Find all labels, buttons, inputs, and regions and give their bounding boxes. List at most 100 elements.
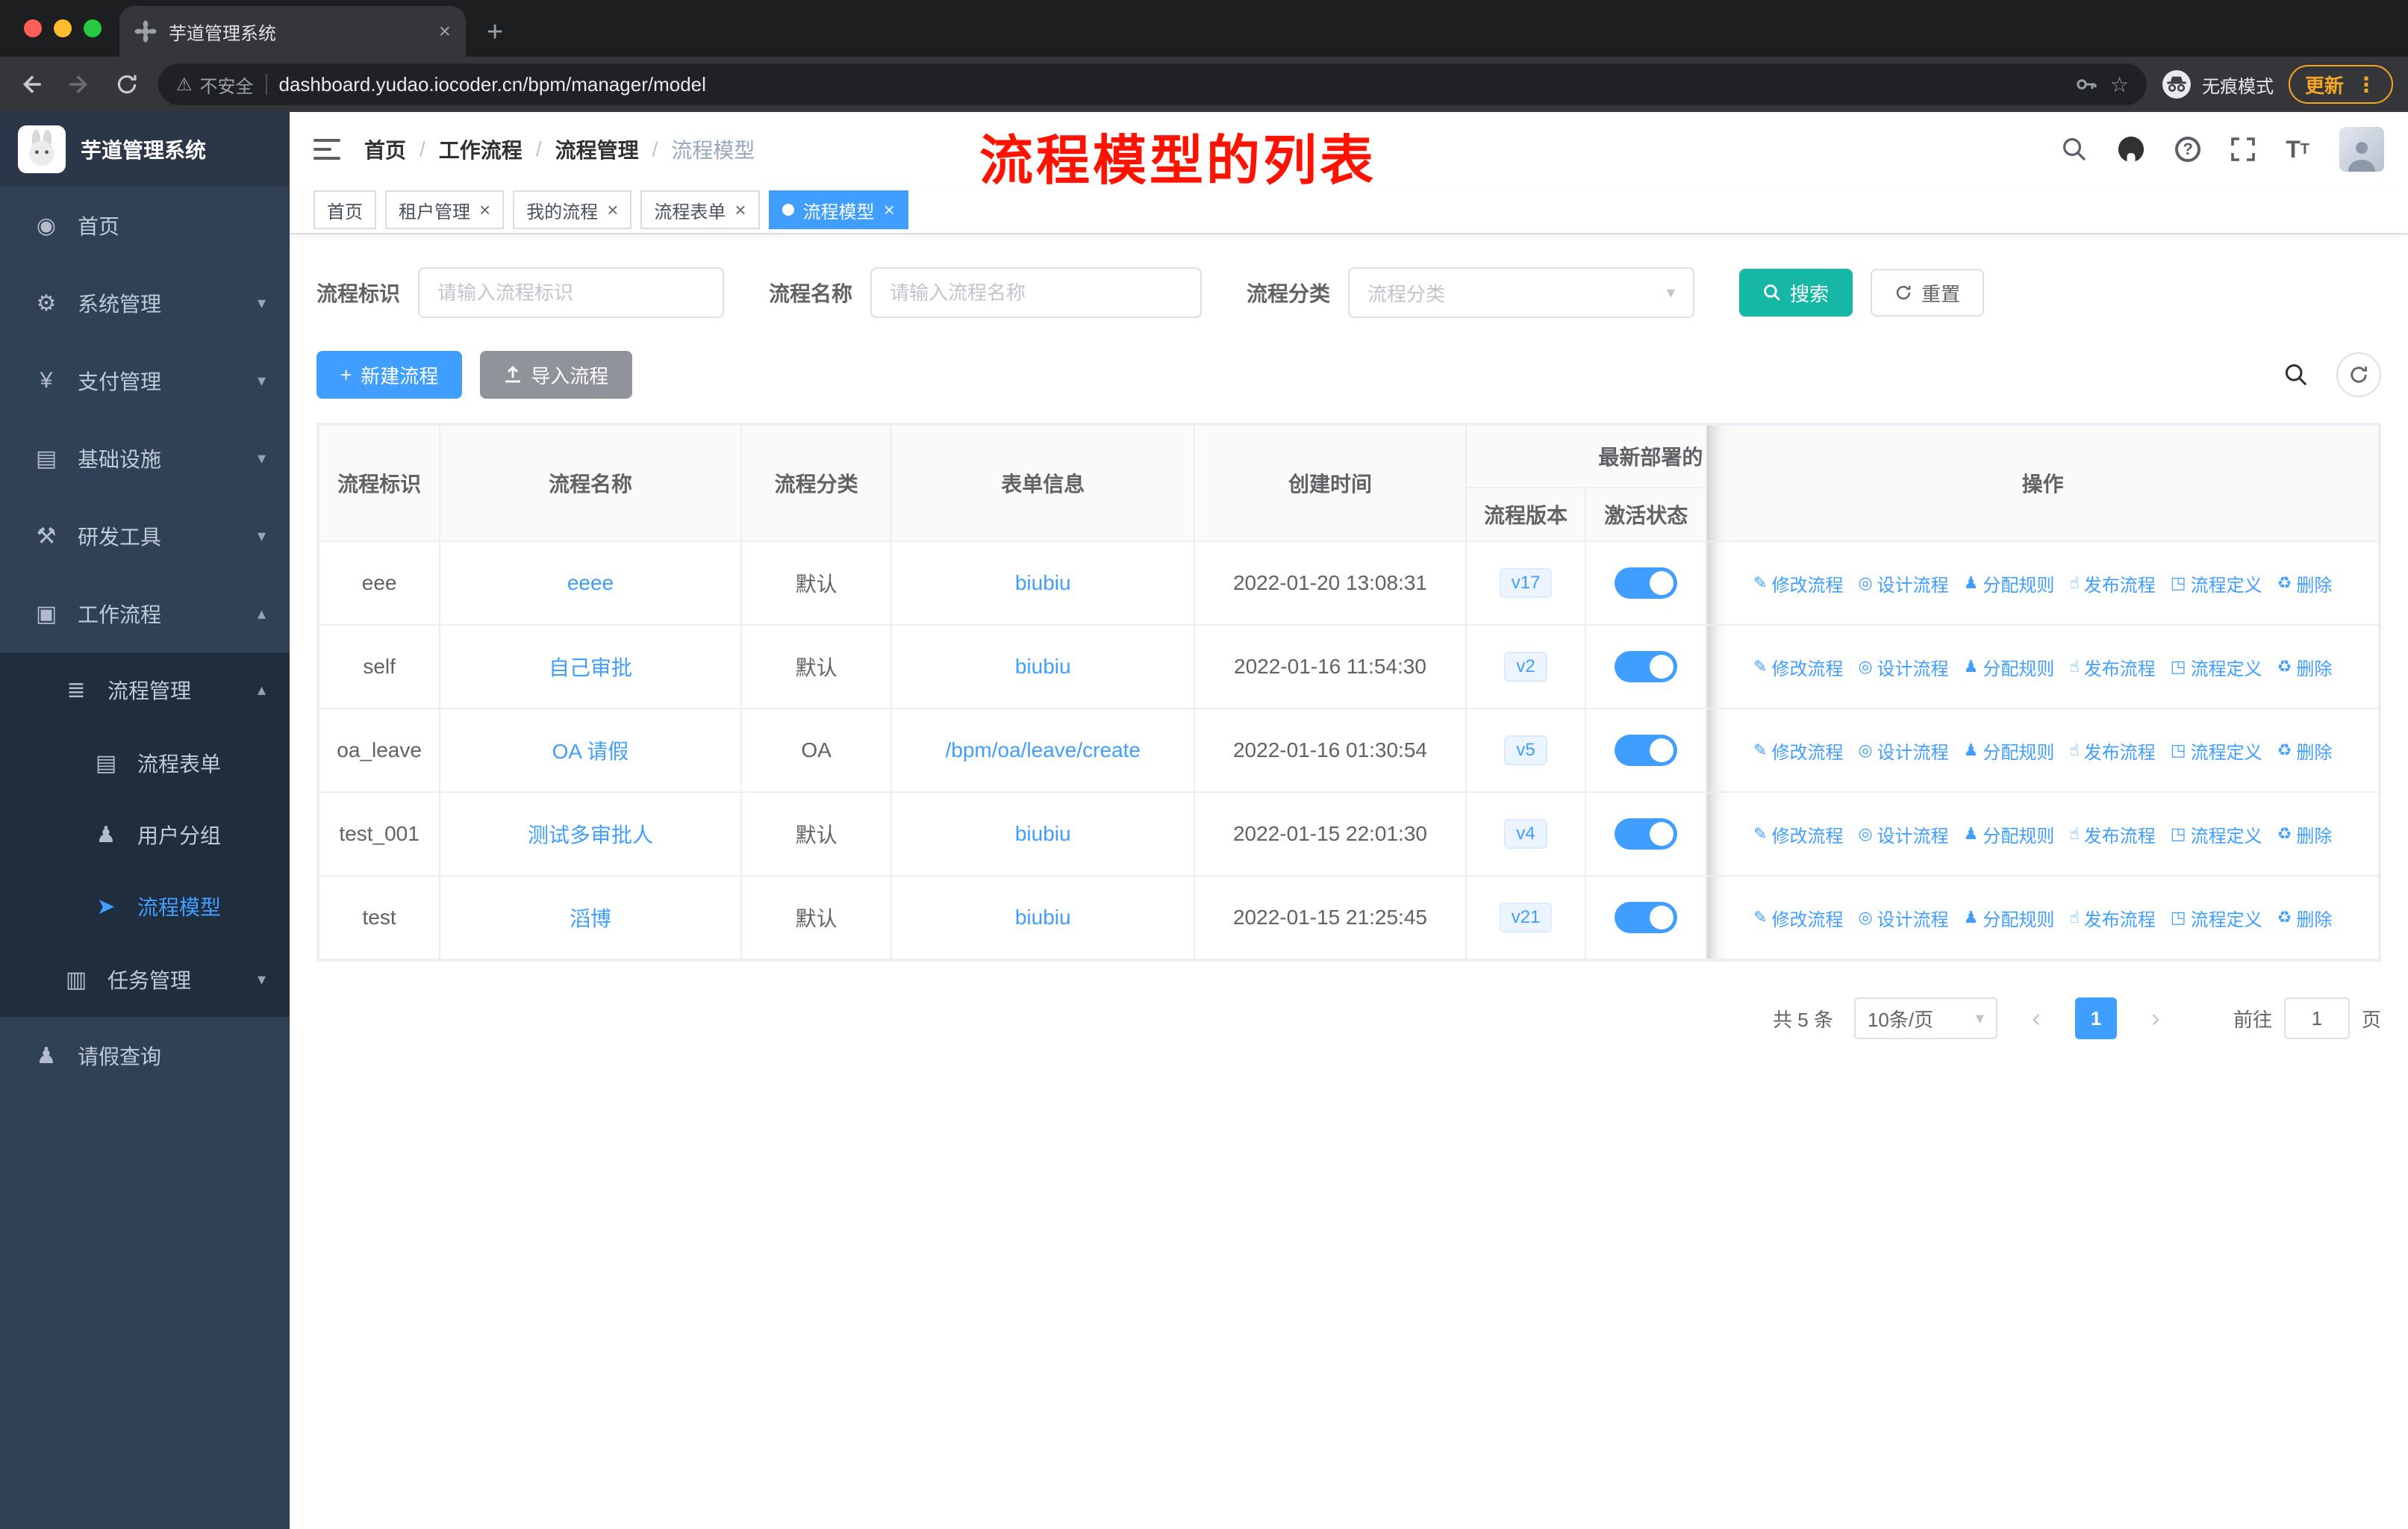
active-status-toggle[interactable] bbox=[1615, 818, 1678, 850]
page-size-select[interactable]: 10条/页 ▾ bbox=[1853, 997, 1997, 1039]
row-action-edit[interactable]: ✎ 修改流程 bbox=[1753, 654, 1843, 680]
view-tab[interactable]: 我的流程 × bbox=[513, 190, 632, 229]
close-window-button[interactable] bbox=[24, 19, 42, 37]
next-page-button[interactable]: › bbox=[2138, 997, 2174, 1039]
row-action-edit[interactable]: ✎ 修改流程 bbox=[1753, 821, 1843, 847]
toggle-search-button[interactable] bbox=[2274, 352, 2318, 397]
help-icon[interactable]: ? bbox=[2175, 137, 2201, 162]
menu-kebab-icon[interactable]: ⋮ bbox=[2356, 72, 2377, 97]
row-action-assign-rule[interactable]: ♟ 分配规则 bbox=[1964, 905, 2055, 931]
user-avatar[interactable] bbox=[2339, 127, 2384, 172]
version-badge[interactable]: v2 bbox=[1504, 652, 1547, 682]
password-key-icon[interactable] bbox=[2074, 72, 2098, 96]
sidebar-item-process-form[interactable]: ▤ 流程表单 bbox=[0, 727, 290, 799]
sidebar-item-process-model[interactable]: ➤ 流程模型 bbox=[0, 871, 290, 942]
breadcrumb-item[interactable]: 工作流程 bbox=[439, 134, 523, 164]
sidebar-item-user-group[interactable]: ♟ 用户分组 bbox=[0, 799, 290, 871]
github-icon[interactable] bbox=[2117, 135, 2145, 164]
row-action-publish[interactable]: ☝ 发布流程 bbox=[2069, 654, 2155, 680]
reload-button[interactable] bbox=[110, 68, 143, 101]
view-tab[interactable]: 流程表单 × bbox=[640, 190, 760, 229]
close-tab-icon[interactable]: × bbox=[439, 21, 451, 42]
close-tab-icon[interactable]: × bbox=[884, 200, 895, 219]
view-tab[interactable]: 租户管理 × bbox=[385, 190, 505, 229]
row-action-delete[interactable]: ♻ 删除 bbox=[2277, 570, 2333, 597]
row-action-design[interactable]: ◎ 设计流程 bbox=[1858, 738, 1948, 764]
search-icon[interactable] bbox=[2062, 137, 2087, 162]
minimize-window-button[interactable] bbox=[54, 19, 72, 37]
sidebar-item-system[interactable]: ⚙ 系统管理 ▾ bbox=[0, 264, 290, 342]
row-action-design[interactable]: ◎ 设计流程 bbox=[1858, 654, 1948, 680]
row-action-publish[interactable]: ☝ 发布流程 bbox=[2069, 821, 2155, 847]
sidebar-item-process-mgmt[interactable]: ≣ 流程管理 ▴ bbox=[0, 653, 290, 727]
version-badge[interactable]: v17 bbox=[1499, 568, 1553, 598]
breadcrumb-item[interactable]: 首页 bbox=[364, 134, 406, 164]
process-category-select[interactable]: 流程分类 ▾ bbox=[1348, 267, 1695, 318]
version-badge[interactable]: v5 bbox=[1504, 735, 1547, 765]
url-text[interactable]: dashboard.yudao.iocoder.cn/bpm/manager/m… bbox=[279, 73, 706, 96]
hamburger-icon[interactable] bbox=[314, 138, 340, 161]
version-badge[interactable]: v21 bbox=[1499, 903, 1553, 932]
active-status-toggle[interactable] bbox=[1615, 567, 1678, 599]
url-bar[interactable]: ⚠ 不安全 dashboard.yudao.iocoder.cn/bpm/man… bbox=[158, 63, 2147, 105]
active-status-toggle[interactable] bbox=[1615, 902, 1678, 933]
breadcrumb-item[interactable]: 流程管理 bbox=[555, 134, 639, 164]
row-action-publish[interactable]: ☝ 发布流程 bbox=[2069, 738, 2155, 764]
row-action-delete[interactable]: ♻ 删除 bbox=[2277, 738, 2333, 764]
row-action-edit[interactable]: ✎ 修改流程 bbox=[1753, 738, 1843, 764]
row-action-publish[interactable]: ☝ 发布流程 bbox=[2069, 905, 2155, 931]
view-tab[interactable]: 流程模型 × bbox=[768, 190, 908, 229]
row-action-assign-rule[interactable]: ♟ 分配规则 bbox=[1964, 738, 2055, 764]
view-tab[interactable]: 首页 bbox=[314, 190, 376, 229]
active-status-toggle[interactable] bbox=[1615, 735, 1678, 766]
row-action-definition[interactable]: ◳ 流程定义 bbox=[2171, 821, 2262, 847]
row-action-publish[interactable]: ☝ 发布流程 bbox=[2069, 570, 2155, 597]
close-tab-icon[interactable]: × bbox=[607, 200, 618, 219]
row-action-assign-rule[interactable]: ♟ 分配规则 bbox=[1964, 654, 2055, 680]
refresh-button[interactable] bbox=[2336, 352, 2381, 397]
sidebar-item-infrastructure[interactable]: ▤ 基础设施 ▾ bbox=[0, 420, 290, 497]
process-name-link[interactable]: 自己审批 bbox=[549, 656, 632, 679]
form-info-link[interactable]: biubiu bbox=[1015, 571, 1071, 594]
back-button[interactable] bbox=[15, 68, 48, 101]
sidebar-item-payment[interactable]: ¥ 支付管理 ▾ bbox=[0, 342, 290, 420]
reset-button[interactable]: 重置 bbox=[1871, 269, 1985, 317]
security-warning[interactable]: ⚠ 不安全 bbox=[176, 72, 254, 98]
version-badge[interactable]: v4 bbox=[1504, 819, 1547, 849]
row-action-delete[interactable]: ♻ 删除 bbox=[2277, 821, 2333, 847]
import-process-button[interactable]: 导入流程 bbox=[480, 351, 633, 399]
process-name-link[interactable]: eeee bbox=[567, 571, 614, 594]
row-action-delete[interactable]: ♻ 删除 bbox=[2277, 905, 2333, 931]
sidebar-item-home[interactable]: ◉ 首页 bbox=[0, 187, 290, 264]
form-info-link[interactable]: biubiu bbox=[1015, 822, 1071, 845]
close-tab-icon[interactable]: × bbox=[479, 200, 490, 219]
new-tab-button[interactable]: + bbox=[487, 18, 503, 46]
row-action-definition[interactable]: ◳ 流程定义 bbox=[2171, 570, 2262, 597]
row-action-assign-rule[interactable]: ♟ 分配规则 bbox=[1964, 570, 2055, 597]
maximize-window-button[interactable] bbox=[84, 19, 102, 37]
row-action-assign-rule[interactable]: ♟ 分配规则 bbox=[1964, 821, 2055, 847]
sidebar-item-workflow[interactable]: ▣ 工作流程 ▴ bbox=[0, 575, 290, 653]
form-info-link[interactable]: /bpm/oa/leave/create bbox=[945, 738, 1141, 762]
process-name-input[interactable] bbox=[870, 267, 1203, 318]
process-name-link[interactable]: 测试多审批人 bbox=[528, 823, 653, 847]
active-status-toggle[interactable] bbox=[1615, 651, 1678, 682]
create-process-button[interactable]: + 新建流程 bbox=[316, 351, 463, 399]
bookmark-star-icon[interactable]: ☆ bbox=[2110, 72, 2129, 97]
row-action-design[interactable]: ◎ 设计流程 bbox=[1858, 905, 1948, 931]
app-logo-row[interactable]: 芋道管理系统 bbox=[0, 112, 290, 187]
row-action-design[interactable]: ◎ 设计流程 bbox=[1858, 570, 1948, 597]
goto-page-input[interactable] bbox=[2283, 997, 2350, 1039]
form-info-link[interactable]: biubiu bbox=[1015, 906, 1071, 929]
process-id-input[interactable] bbox=[418, 267, 725, 318]
sidebar-item-leave-query[interactable]: ♟ 请假查询 bbox=[0, 1017, 290, 1094]
process-name-link[interactable]: OA 请假 bbox=[552, 740, 629, 763]
fullscreen-icon[interactable] bbox=[2230, 137, 2256, 162]
process-name-link[interactable]: 滔博 bbox=[570, 907, 611, 930]
forward-button[interactable] bbox=[63, 68, 96, 101]
close-tab-icon[interactable]: × bbox=[734, 200, 746, 219]
row-action-definition[interactable]: ◳ 流程定义 bbox=[2171, 738, 2262, 764]
browser-update-button[interactable]: 更新 ⋮ bbox=[2288, 65, 2393, 104]
row-action-definition[interactable]: ◳ 流程定义 bbox=[2171, 654, 2262, 680]
row-action-edit[interactable]: ✎ 修改流程 bbox=[1753, 570, 1843, 597]
